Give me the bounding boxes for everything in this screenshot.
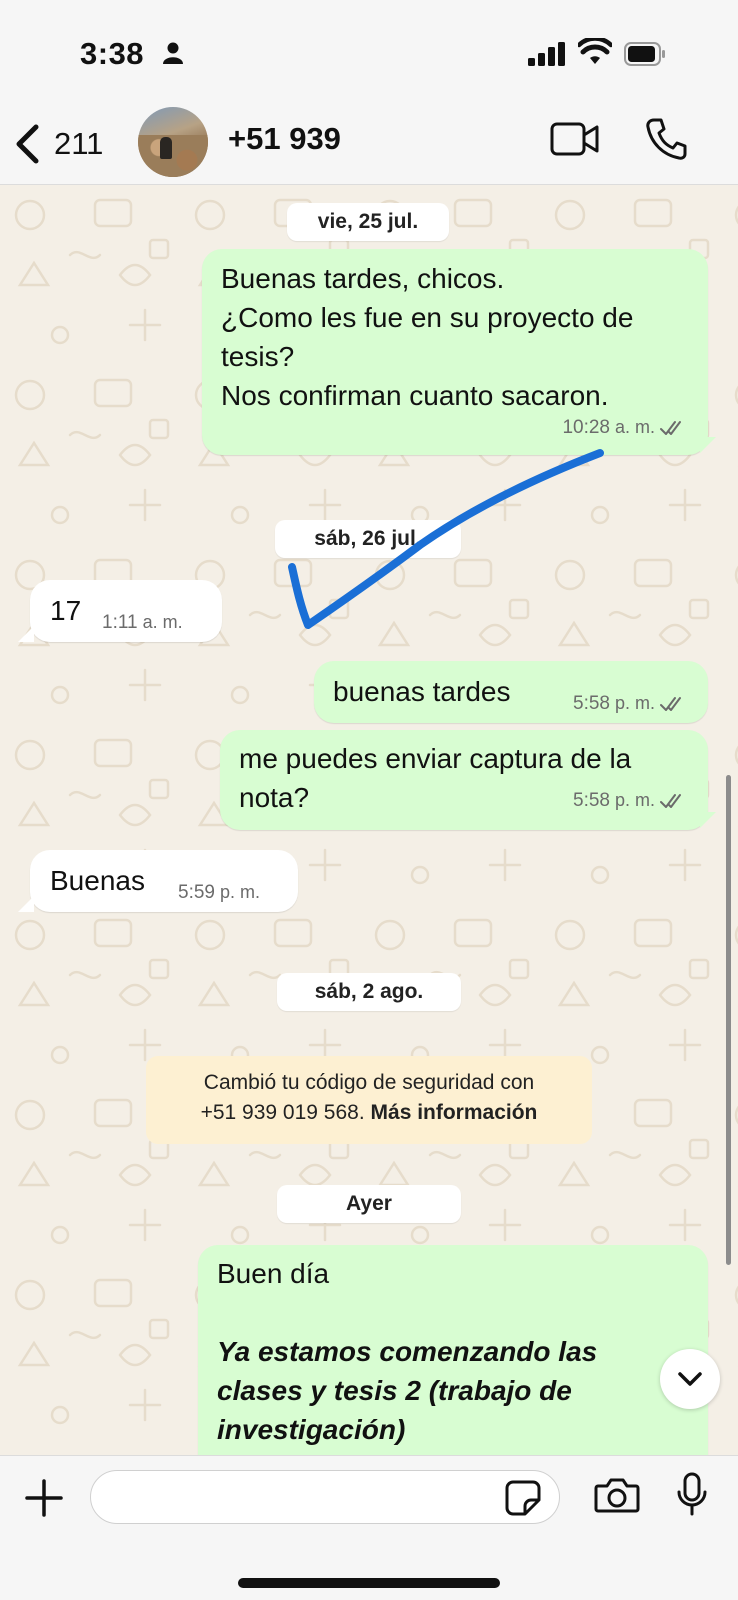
outgoing-message[interactable]: buenas tardes 5:58 p. m. bbox=[314, 661, 708, 723]
notice-phone-number: +51 939 019 568. bbox=[200, 1101, 365, 1124]
camera-button[interactable] bbox=[594, 1476, 640, 1519]
notice-line-1: Cambió tu código de seguridad con bbox=[203, 1071, 535, 1094]
bubble-tail bbox=[18, 896, 34, 912]
battery-icon bbox=[624, 42, 665, 66]
avatar-landscape bbox=[138, 135, 208, 177]
voice-call-button[interactable] bbox=[645, 117, 687, 166]
chat-area[interactable]: vie, 25 jul. Buenas tardes, chicos. ¿Com… bbox=[0, 185, 738, 1455]
camera-icon bbox=[594, 1478, 640, 1513]
scrollbar[interactable] bbox=[726, 775, 731, 1265]
attach-button[interactable] bbox=[24, 1478, 64, 1523]
message-text: Buenas bbox=[50, 865, 145, 896]
plus-icon bbox=[25, 1479, 63, 1517]
message-ampm: a. m. bbox=[142, 612, 183, 632]
microphone-button[interactable] bbox=[676, 1472, 708, 1523]
person-icon bbox=[163, 42, 183, 64]
message-time: 1:11 bbox=[102, 612, 138, 633]
phone-icon bbox=[646, 118, 687, 160]
chat-header: 211 +51 939 bbox=[0, 105, 738, 185]
scroll-to-bottom-button[interactable] bbox=[660, 1349, 720, 1409]
chevron-down-icon bbox=[678, 1372, 702, 1386]
message-text-emphasis: Ya estamos comenzando las clases y tesis… bbox=[217, 1336, 605, 1445]
wifi-icon bbox=[578, 38, 612, 64]
message-text: buenas tardes bbox=[333, 676, 511, 707]
avatar[interactable] bbox=[138, 107, 208, 177]
message-input[interactable] bbox=[90, 1470, 560, 1524]
status-bar: 3:38 bbox=[0, 0, 738, 105]
message-meta: 10:28 a. m. bbox=[562, 408, 686, 447]
outgoing-message[interactable]: Buen día Ya estamos comenzando las clase… bbox=[198, 1245, 708, 1455]
message-meta: 5:58 p. m. bbox=[573, 781, 686, 820]
message-ampm: a. m. bbox=[614, 417, 655, 437]
message-meta: 1:11 a. m. bbox=[102, 603, 183, 642]
unread-count: 211 bbox=[54, 126, 104, 161]
double-check-icon bbox=[660, 420, 681, 435]
message-meta: 5:59 p. m. bbox=[178, 873, 260, 912]
message-time: 5:58 bbox=[573, 693, 610, 714]
bubble-tail bbox=[700, 812, 716, 828]
date-separator: Ayer bbox=[277, 1185, 461, 1223]
message-text: 17 bbox=[50, 595, 82, 626]
bubble-tail bbox=[700, 437, 716, 453]
chevron-left-icon bbox=[16, 124, 39, 164]
sticker-icon bbox=[505, 1480, 541, 1516]
message-meta: 5:58 p. m. bbox=[573, 684, 686, 723]
message-ampm: p. m. bbox=[614, 790, 655, 810]
message-text: Buenas tardes, chicos. ¿Como les fue en … bbox=[221, 263, 634, 411]
incoming-message[interactable]: 17 1:11 a. m. bbox=[30, 580, 222, 642]
back-button[interactable]: 211 bbox=[14, 119, 114, 169]
security-code-notice[interactable]: Cambió tu código de seguridad con +51 93… bbox=[146, 1056, 592, 1144]
contact-name[interactable]: +51 939 bbox=[228, 121, 341, 157]
message-text: Buen día bbox=[217, 1258, 330, 1289]
composer-bar bbox=[0, 1455, 738, 1600]
double-check-icon bbox=[660, 793, 681, 808]
date-separator: sáb, 2 ago. bbox=[277, 973, 461, 1011]
outgoing-message[interactable]: me puedes enviar captura de la nota? 5:5… bbox=[220, 730, 708, 830]
date-separator: vie, 25 jul. bbox=[287, 203, 449, 241]
message-time: 10:28 bbox=[562, 417, 610, 438]
status-time: 3:38 bbox=[80, 36, 145, 71]
video-camera-icon bbox=[550, 122, 599, 156]
bubble-tail bbox=[18, 626, 34, 642]
signal-icon bbox=[528, 42, 565, 66]
message-time: 5:58 bbox=[573, 790, 610, 811]
avatar-person bbox=[160, 137, 172, 159]
message-time: 5:59 bbox=[178, 882, 215, 903]
video-call-button[interactable] bbox=[550, 121, 600, 162]
double-check-icon bbox=[660, 696, 681, 711]
date-separator: sáb, 26 jul. bbox=[275, 520, 461, 558]
home-indicator[interactable] bbox=[238, 1578, 500, 1588]
more-info-link[interactable]: Más información bbox=[371, 1101, 538, 1124]
outgoing-message[interactable]: Buenas tardes, chicos. ¿Como les fue en … bbox=[202, 249, 708, 455]
microphone-icon bbox=[677, 1472, 707, 1516]
notice-line-2: +51 939 019 568. Más información bbox=[146, 1098, 592, 1128]
sticker-button[interactable] bbox=[505, 1480, 541, 1521]
message-ampm: p. m. bbox=[614, 693, 655, 713]
message-ampm: p. m. bbox=[219, 882, 260, 902]
incoming-message[interactable]: Buenas 5:59 p. m. bbox=[30, 850, 298, 912]
